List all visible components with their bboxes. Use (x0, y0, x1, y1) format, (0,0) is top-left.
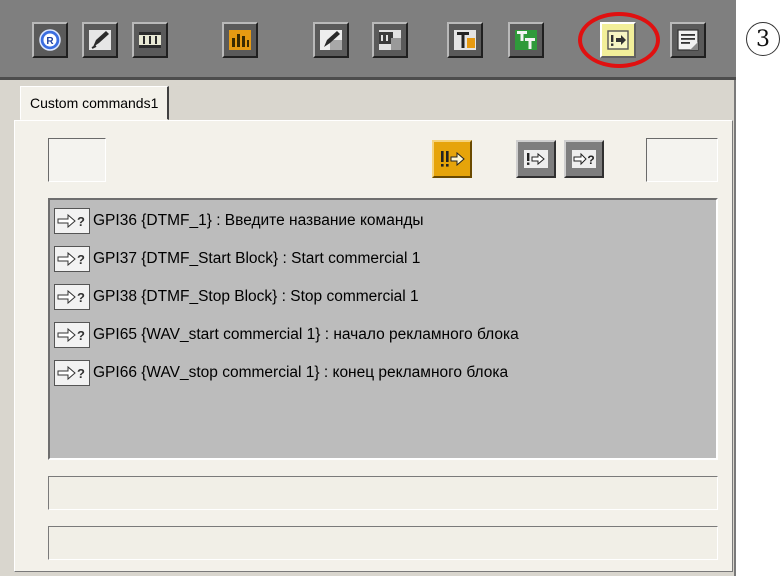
double-title-icon (515, 30, 537, 50)
edit-icon (89, 30, 111, 50)
edit-transparent-button[interactable] (313, 22, 349, 58)
film-icon (139, 32, 161, 48)
command-label: GPI65 {WAV_start commercial 1} : начало … (93, 326, 519, 343)
toolbar: R (0, 0, 736, 80)
command-label: GPI36 {DTMF_1} : Введите название команд… (93, 212, 424, 229)
command-label: GPI38 {DTMF_Stop Block} : Stop commercia… (93, 288, 419, 305)
right-indicator-box (646, 138, 718, 182)
double-title-button[interactable] (508, 22, 544, 58)
audio-levels-button[interactable] (222, 22, 258, 58)
query-command-button[interactable]: ? (564, 140, 604, 178)
film-transparent-button[interactable] (372, 22, 408, 58)
command-label: GPI66 {WAV_stop commercial 1} : конец ре… (93, 364, 509, 381)
title-button[interactable] (447, 22, 483, 58)
execute-icon (524, 150, 548, 168)
svg-text:?: ? (77, 290, 85, 305)
run-command-button[interactable] (432, 140, 472, 178)
registered-icon: R (39, 29, 61, 51)
callout-number: 3 (746, 22, 780, 56)
app-window: R Custom commands1 ? ? GPI36 {DTMF_1}: … (0, 0, 736, 576)
document-button[interactable] (670, 22, 706, 58)
edit-button[interactable] (82, 22, 118, 58)
list-item[interactable]: ? GPI36 {DTMF_1} : Введите название кома… (54, 206, 424, 236)
command-list[interactable]: ? GPI36 {DTMF_1} : Введите название кома… (48, 198, 718, 460)
execute-button[interactable] (516, 140, 556, 178)
film-transparent-icon (379, 30, 401, 50)
list-item[interactable]: ? GPI65 {WAV_start commercial 1} : начал… (54, 320, 519, 350)
query-command-icon: ? (54, 360, 90, 386)
list-item[interactable]: ? GPI38 {DTMF_Stop Block} : Stop commerc… (54, 282, 419, 312)
registered-button[interactable]: R (32, 22, 68, 58)
list-item[interactable]: ? GPI66 {WAV_stop commercial 1} : конец … (54, 358, 508, 388)
svg-text:?: ? (77, 328, 85, 343)
svg-text:?: ? (77, 252, 85, 267)
query-command-icon: ? (54, 284, 90, 310)
list-item[interactable]: ? GPI37 {DTMF_Start Block} : Start comme… (54, 244, 420, 274)
query-command-icon: ? (572, 150, 596, 168)
query-command-icon: ? (54, 246, 90, 272)
edit-transparent-icon (320, 30, 342, 50)
audio-levels-icon (229, 30, 251, 50)
status-field-top (48, 476, 718, 510)
run-command-icon (441, 151, 465, 167)
status-field-bottom (48, 526, 718, 560)
document-icon (677, 29, 699, 51)
left-indicator-box (48, 138, 106, 182)
film-button[interactable] (132, 22, 168, 58)
command-label: GPI37 {DTMF_Start Block} : Start commerc… (93, 250, 421, 267)
svg-text:?: ? (77, 366, 85, 381)
svg-text:R: R (46, 36, 54, 47)
highlight-ring (578, 12, 660, 68)
tab-custom-commands[interactable]: Custom commands1 (20, 86, 170, 120)
svg-text:?: ? (587, 153, 594, 167)
title-icon (454, 30, 476, 50)
svg-text:?: ? (77, 214, 85, 229)
query-command-icon: ? (54, 208, 90, 234)
query-command-icon: ? (54, 322, 90, 348)
